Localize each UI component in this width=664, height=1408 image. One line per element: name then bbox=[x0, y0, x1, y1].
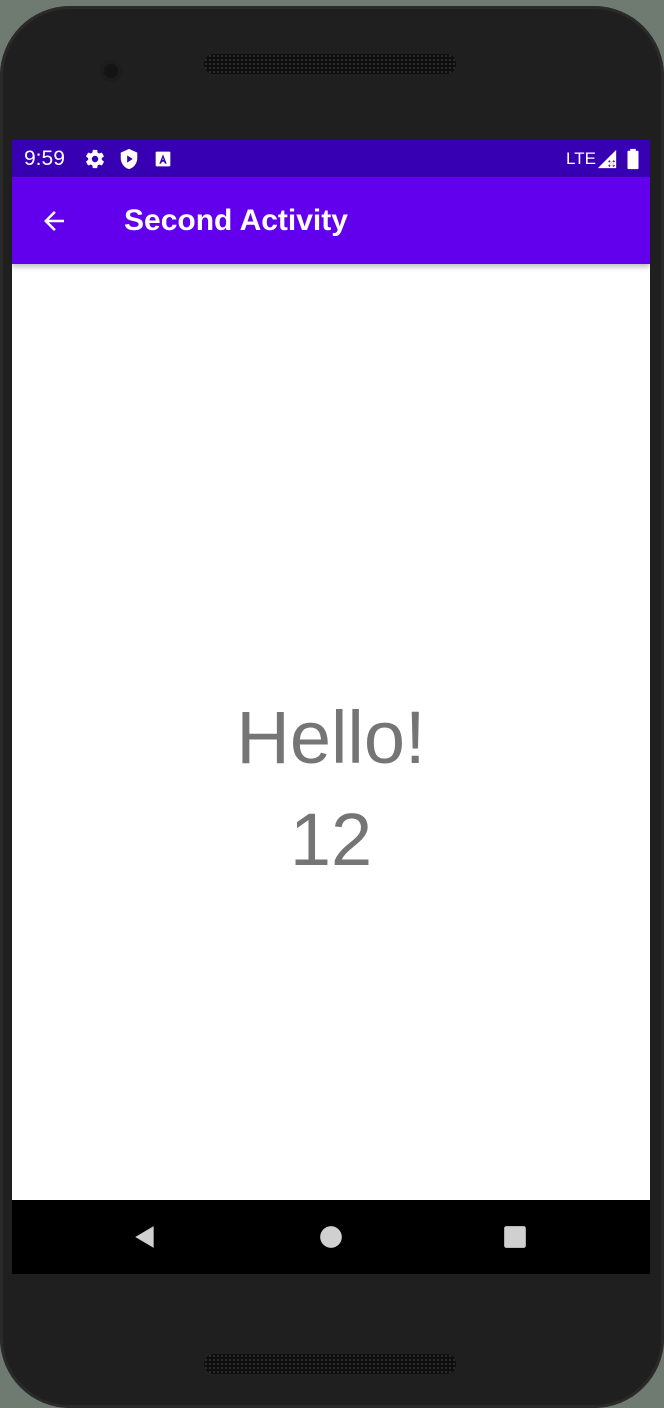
status-time: 9:59 bbox=[24, 147, 65, 170]
back-triangle-icon bbox=[135, 1226, 154, 1248]
settings-icon bbox=[84, 148, 106, 170]
nav-back-button[interactable] bbox=[123, 1215, 167, 1259]
a-badge-icon bbox=[152, 148, 174, 170]
count-text: 12 bbox=[289, 798, 373, 881]
arrow-back-icon bbox=[44, 211, 64, 231]
app-bar: Second Activity bbox=[12, 177, 650, 264]
greeting-text: Hello! bbox=[236, 696, 426, 779]
signal-icon bbox=[596, 148, 618, 170]
recents-square-icon bbox=[504, 1226, 526, 1248]
status-bar: 9:59 LTE bbox=[12, 140, 650, 177]
page-title: Second Activity bbox=[124, 204, 348, 237]
back-button[interactable] bbox=[32, 199, 76, 243]
battery-icon bbox=[622, 148, 644, 170]
network-type-label: LTE bbox=[566, 149, 596, 168]
nav-recents-button[interactable] bbox=[493, 1215, 537, 1259]
main-content: Hello! 12 bbox=[12, 264, 650, 1200]
device-screen: 9:59 LTE Second Activity Hello! 12 bbox=[12, 140, 650, 1274]
home-circle-icon bbox=[320, 1226, 342, 1248]
system-navigation-bar bbox=[12, 1200, 650, 1274]
top-speaker bbox=[204, 54, 456, 74]
nav-home-button[interactable] bbox=[309, 1215, 353, 1259]
shield-play-icon bbox=[118, 148, 140, 170]
bottom-speaker bbox=[204, 1354, 456, 1374]
front-camera bbox=[100, 60, 122, 82]
